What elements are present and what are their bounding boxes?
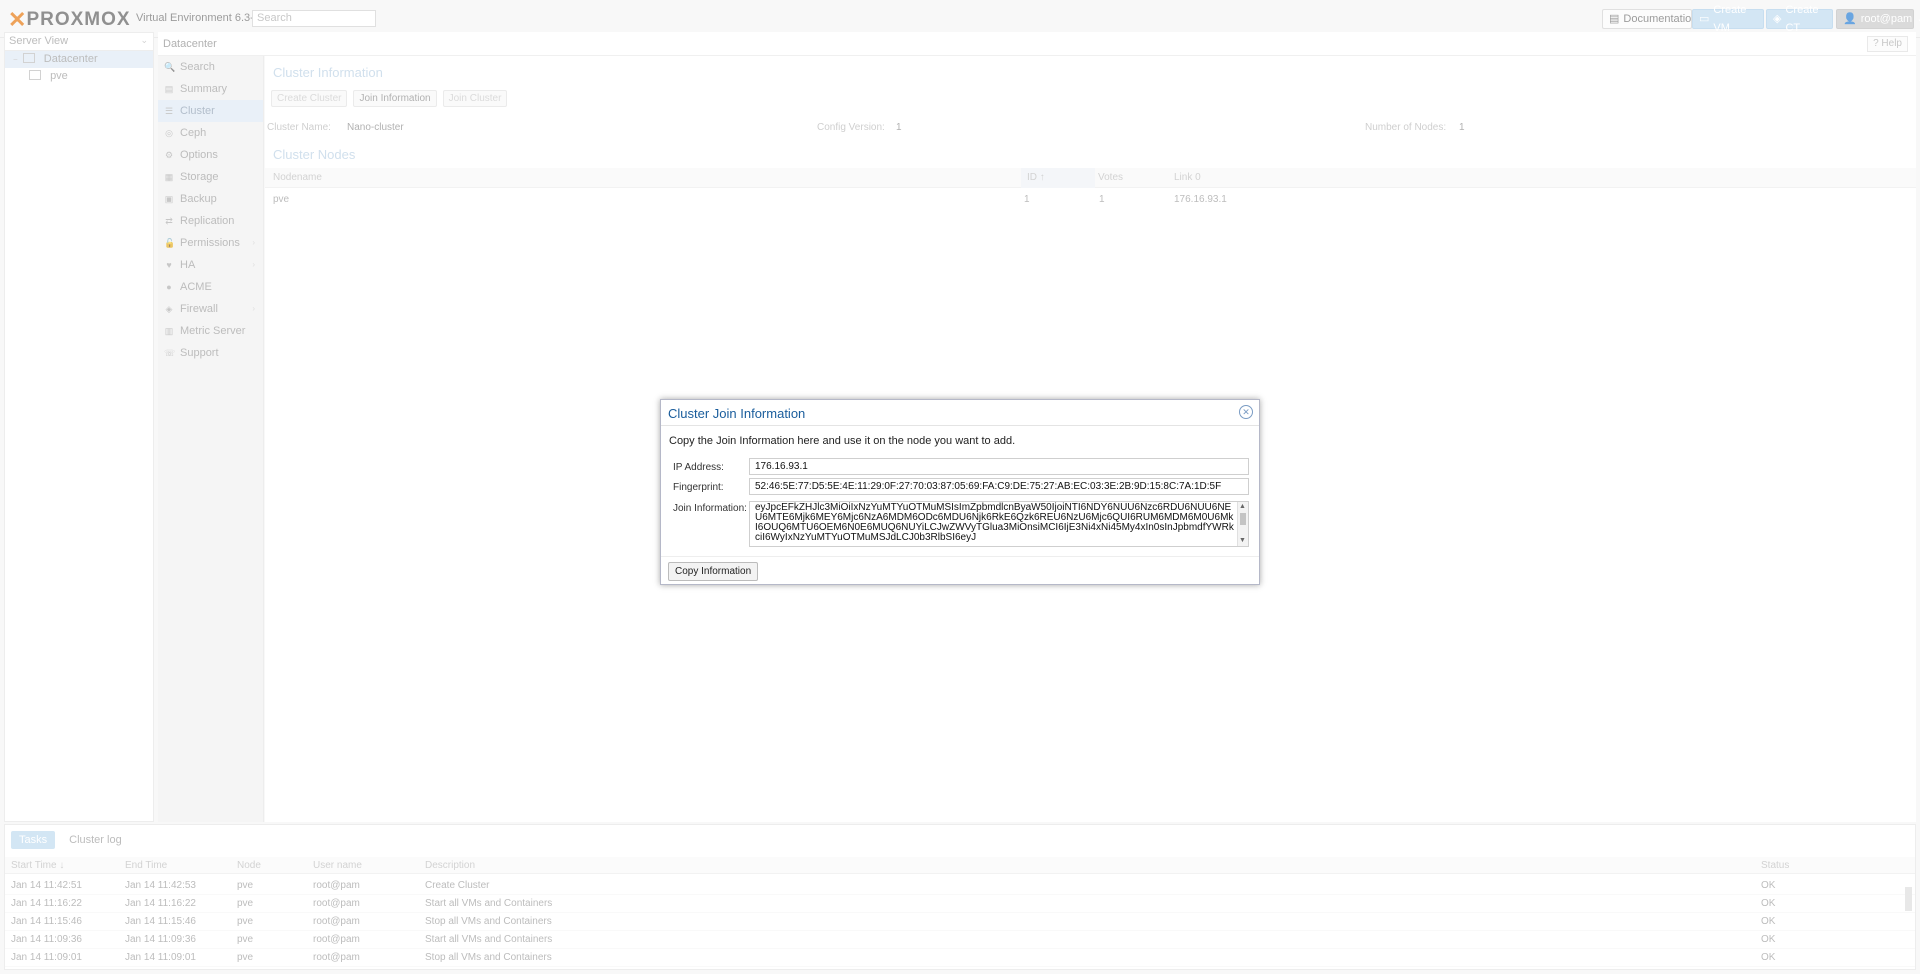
close-icon[interactable]: ✕ — [1239, 405, 1253, 419]
textarea-scrollbar[interactable]: ▲ ▼ — [1237, 502, 1248, 546]
fingerprint-field[interactable]: 52:46:5E:77:D5:5E:4E:11:29:0F:27:70:03:8… — [749, 478, 1249, 495]
fingerprint-label: Fingerprint: — [673, 482, 724, 493]
copy-information-button[interactable]: Copy Information — [668, 562, 759, 581]
cluster-join-dialog: Cluster Join Information ✕ Copy the Join… — [660, 399, 1260, 585]
join-information-label: Join Information: — [673, 503, 747, 514]
join-information-text: eyJpcEFkZHJlc3MiOiIxNzYuMTYuOTMuMSIsImZp… — [755, 502, 1234, 543]
dialog-description: Copy the Join Information here and use i… — [669, 435, 1016, 447]
dialog-title: Cluster Join Information — [668, 406, 806, 421]
dialog-footer: Copy Information — [661, 556, 1259, 586]
join-information-textarea[interactable]: eyJpcEFkZHJlc3MiOiIxNzYuMTYuOTMuMSIsImZp… — [749, 501, 1249, 547]
scroll-down-icon[interactable]: ▼ — [1239, 536, 1246, 546]
ip-address-label: IP Address: — [673, 462, 724, 473]
dialog-header[interactable]: Cluster Join Information ✕ — [661, 400, 1259, 426]
ip-address-field[interactable]: 176.16.93.1 — [749, 458, 1249, 475]
scrollbar-thumb[interactable] — [1240, 513, 1246, 525]
scroll-up-icon[interactable]: ▲ — [1239, 502, 1246, 512]
